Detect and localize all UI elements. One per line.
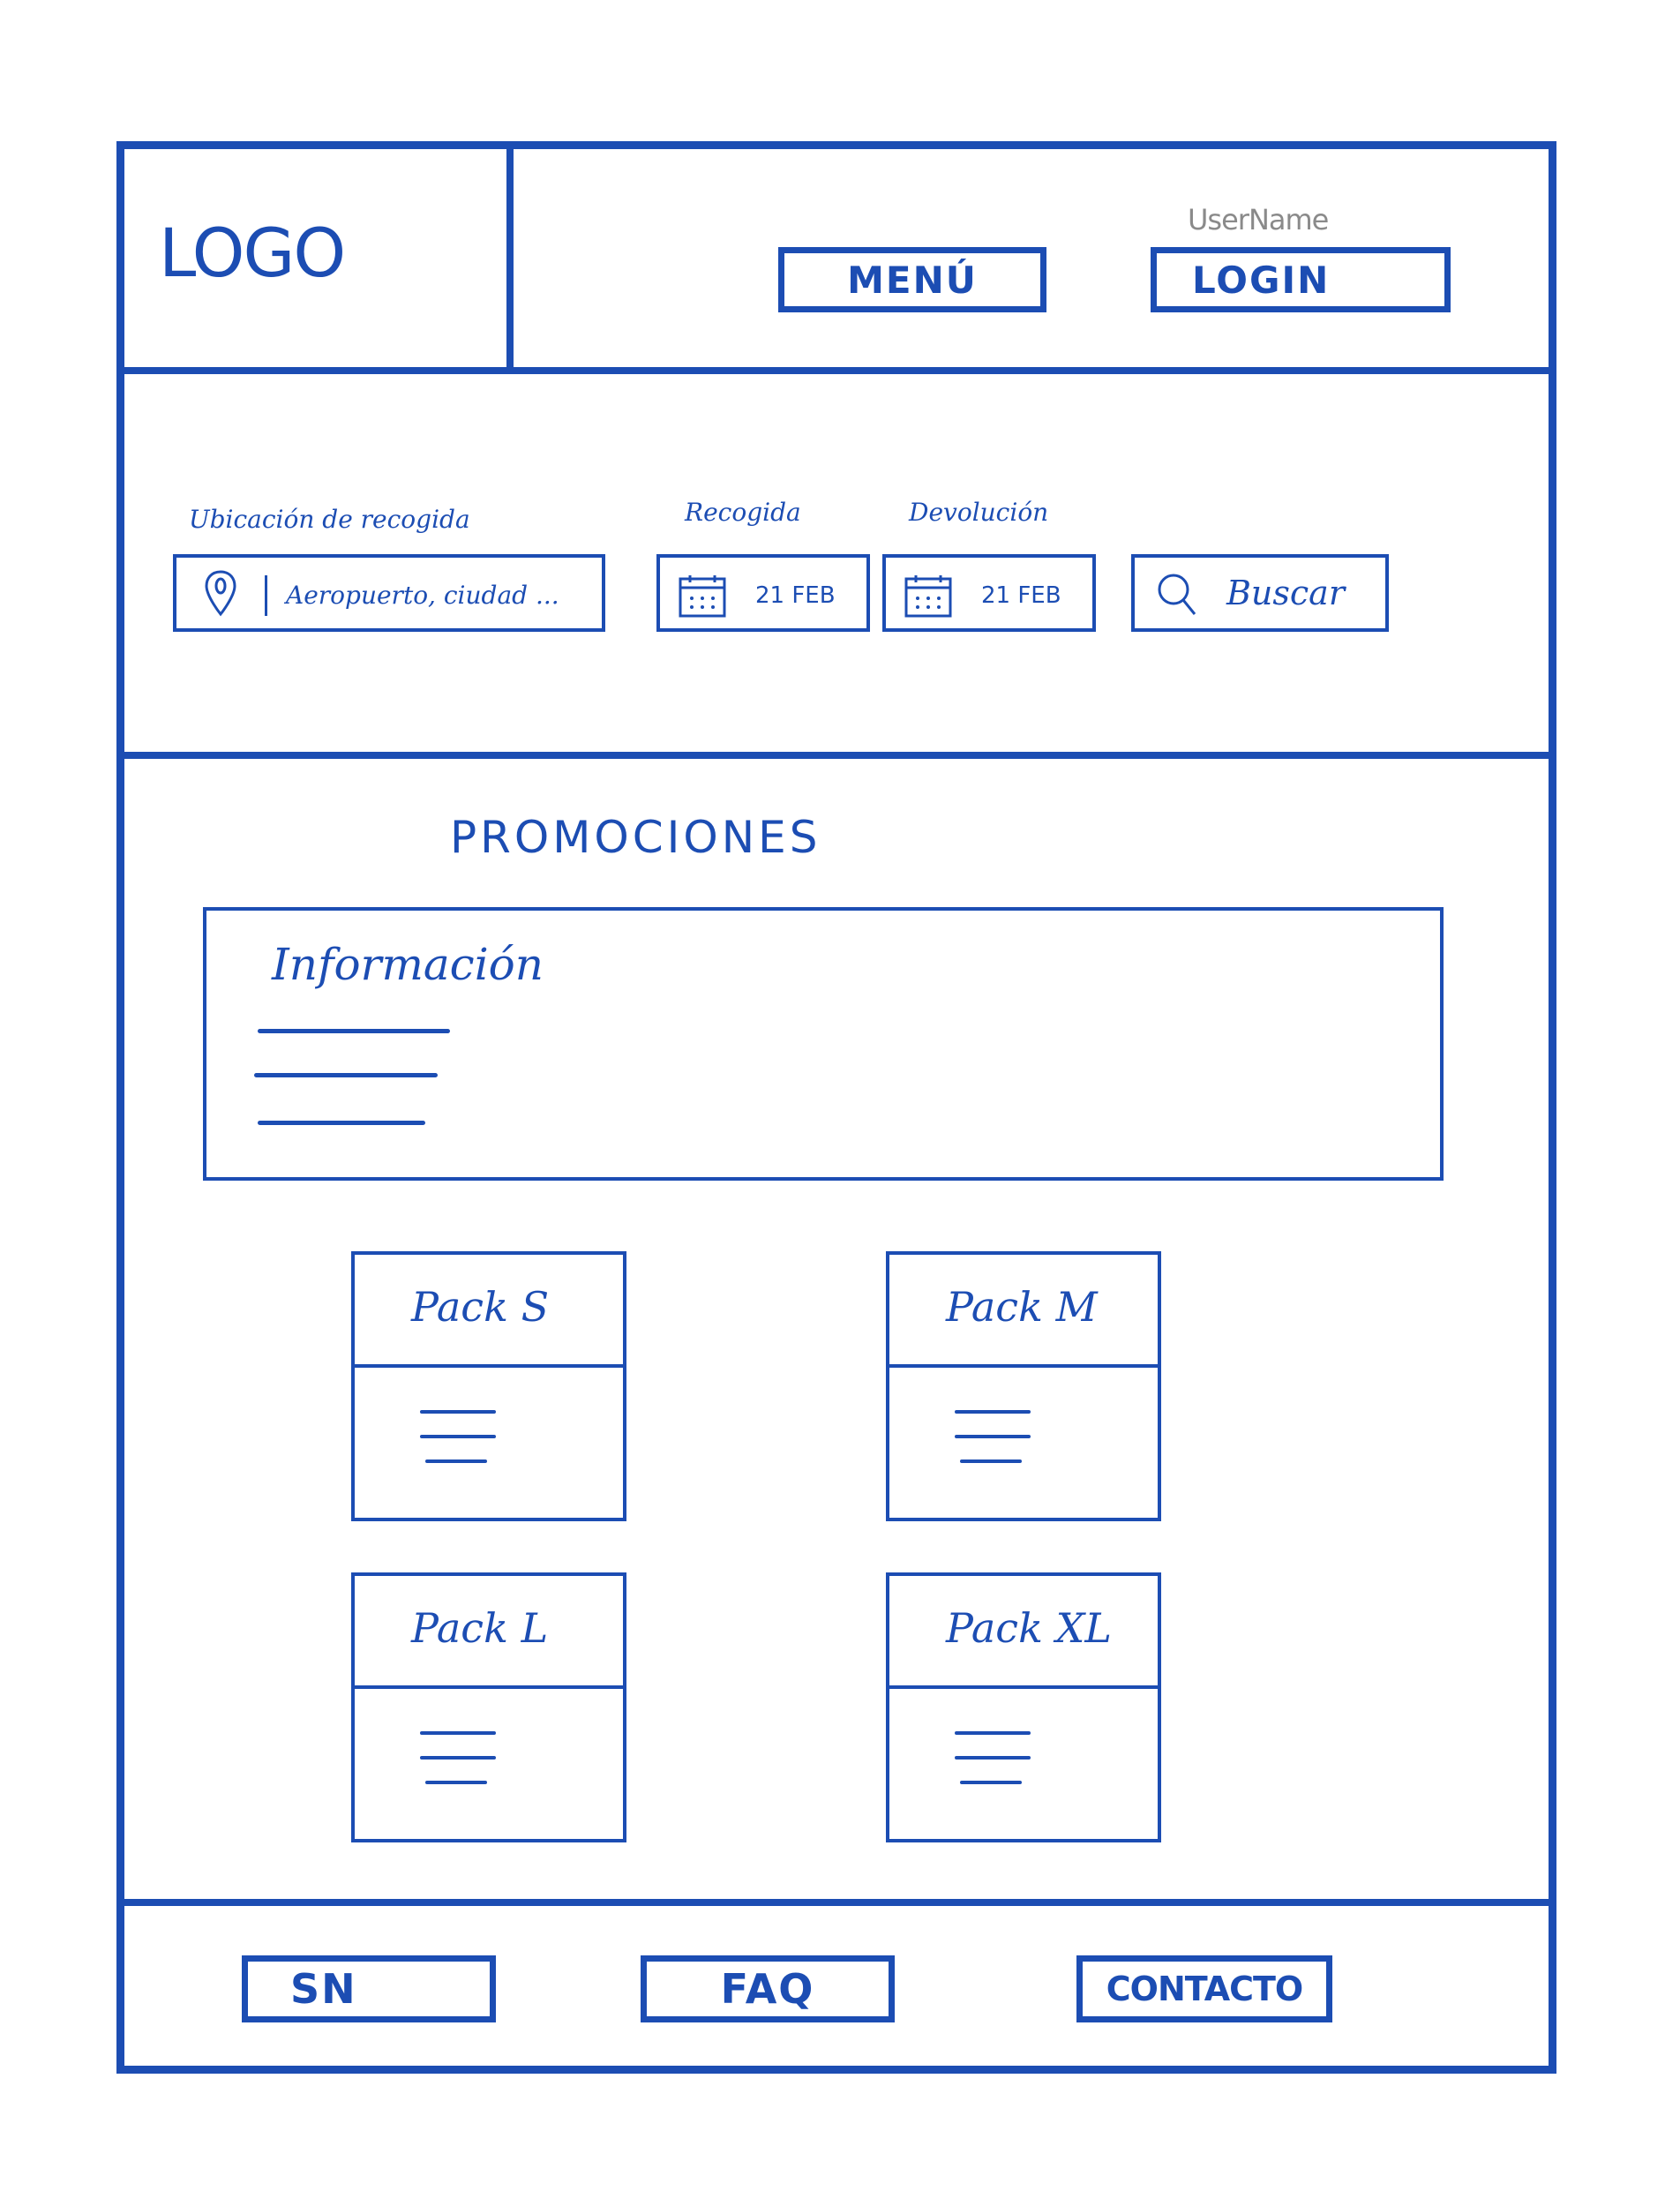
pack-card[interactable]: Pack M — [886, 1251, 1161, 1521]
sn-button[interactable]: SN — [242, 1955, 496, 2022]
faq-button[interactable]: FAQ — [641, 1955, 895, 2022]
logo: LOGO — [159, 214, 346, 292]
contact-button-label: CONTACTO — [1106, 1970, 1304, 2008]
pack-title: Pack M — [946, 1283, 1098, 1331]
pack-line — [420, 1756, 496, 1760]
return-date-value: 21 FEB — [981, 582, 1061, 609]
pack-line — [955, 1435, 1031, 1438]
pack-line — [425, 1459, 487, 1463]
calendar-icon — [904, 575, 952, 618]
info-title: Información — [272, 939, 544, 990]
pack-card[interactable]: Pack S — [351, 1251, 626, 1521]
info-line — [258, 1121, 425, 1125]
menu-button-label: MENÚ — [847, 258, 978, 302]
pack-title: Pack S — [411, 1283, 550, 1331]
menu-button[interactable]: MENÚ — [778, 247, 1046, 312]
promotions-title: PROMOCIONES — [450, 812, 821, 863]
return-label: Devolución — [909, 498, 1049, 527]
calendar-icon — [679, 575, 726, 618]
pack-header-line — [351, 1364, 626, 1368]
search-button[interactable]: Buscar — [1131, 554, 1389, 632]
sn-button-label: SN — [290, 1965, 357, 2013]
pickup-label: Recogida — [685, 498, 801, 527]
pack-card[interactable]: Pack L — [351, 1572, 626, 1842]
pickup-date-field[interactable]: 21 FEB — [656, 554, 870, 632]
return-date-field[interactable]: 21 FEB — [882, 554, 1096, 632]
location-label: Ubicación de recogida — [189, 505, 470, 534]
pack-header-line — [886, 1685, 1161, 1689]
login-button-label: LOGIN — [1192, 258, 1331, 302]
pack-line — [960, 1459, 1022, 1463]
pack-line — [420, 1435, 496, 1438]
pack-line — [420, 1731, 496, 1735]
pack-title: Pack L — [411, 1604, 549, 1652]
info-line — [254, 1073, 438, 1077]
pack-line — [420, 1410, 496, 1414]
location-placeholder: Aeropuerto, ciudad ... — [286, 581, 559, 610]
pack-title: Pack XL — [946, 1604, 1112, 1652]
search-button-label: Buscar — [1226, 574, 1346, 612]
login-button[interactable]: LOGIN — [1151, 247, 1451, 312]
pickup-date-value: 21 FEB — [755, 582, 836, 609]
pack-card[interactable]: Pack XL — [886, 1572, 1161, 1842]
header-divider — [506, 145, 514, 371]
search-icon — [1158, 574, 1196, 615]
pack-line — [955, 1756, 1031, 1760]
location-input[interactable]: Aeropuerto, ciudad ... — [173, 554, 605, 632]
search-bottom-line — [120, 752, 1553, 759]
contact-button[interactable]: CONTACTO — [1076, 1955, 1332, 2022]
input-divider — [265, 575, 267, 616]
location-pin-icon — [205, 570, 236, 617]
footer-top-line — [120, 1899, 1553, 1906]
username: UserName — [1188, 203, 1329, 236]
info-line — [258, 1029, 450, 1033]
pack-line — [425, 1781, 487, 1784]
pack-line — [955, 1731, 1031, 1735]
pack-line — [955, 1410, 1031, 1414]
info-panel: Información — [203, 907, 1444, 1181]
pack-header-line — [886, 1364, 1161, 1368]
header-bottom-line — [120, 367, 1553, 374]
pack-line — [960, 1781, 1022, 1784]
faq-button-label: FAQ — [720, 1965, 815, 2013]
pack-header-line — [351, 1685, 626, 1689]
